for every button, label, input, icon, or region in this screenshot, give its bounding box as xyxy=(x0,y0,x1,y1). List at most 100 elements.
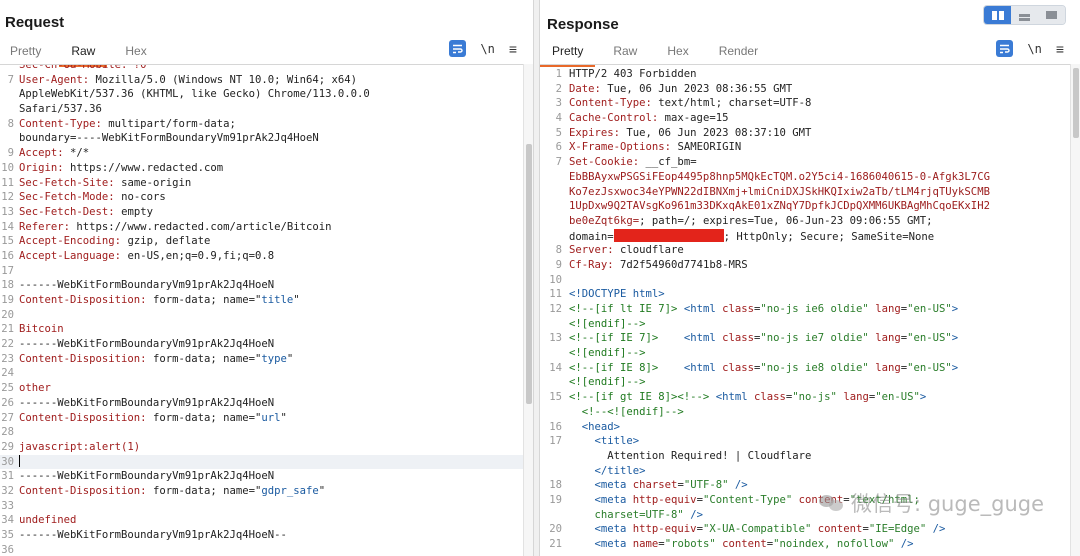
code-line[interactable]: 20 xyxy=(0,308,523,323)
code-line[interactable]: 7 Set-Cookie: __cf_bm= xyxy=(540,155,1070,170)
token: name xyxy=(632,538,659,550)
token: <html xyxy=(715,391,754,404)
token: User-Agent: xyxy=(19,73,96,86)
code-line[interactable]: <!--<![endif]--> xyxy=(540,405,1070,420)
top-bottom-layout-icon[interactable] xyxy=(1011,6,1038,24)
response-scrollbar[interactable] xyxy=(1070,64,1080,556)
line-text: Attention Required! | Cloudflare xyxy=(569,449,811,464)
code-line[interactable]: <![endif]--> xyxy=(540,317,1070,332)
code-line[interactable]: 28 xyxy=(0,425,523,440)
code-line[interactable]: 29 javascript:alert(1) xyxy=(0,440,523,455)
code-line[interactable]: 17 xyxy=(0,264,523,279)
code-line[interactable]: 8 Content-Type: multipart/form-data; xyxy=(0,117,523,132)
request-lines[interactable]: Sec-Ch-Ua-Mobile: ?0 7 User-Agent: Mozilla… xyxy=(0,65,523,556)
code-line[interactable]: 31 ------WebKitFormBoundaryVm91prAk2Jq4Ho… xyxy=(0,469,523,484)
tab-pretty[interactable]: Pretty xyxy=(10,42,41,64)
request-scrollbar[interactable] xyxy=(523,64,533,556)
code-line[interactable]: Sec-Ch-Ua-Mobile: ?0 xyxy=(0,65,523,73)
code-line[interactable]: 11 <!DOCTYPE html> xyxy=(540,287,1070,302)
code-line[interactable]: EbBBAyxwPSGSiFEop4495p8hnp5MQkEcTQM.o2Y5… xyxy=(540,170,1070,185)
code-line[interactable]: 16 Accept-Language: en-US,en;q=0.9,fi;q=0… xyxy=(0,249,523,264)
code-line[interactable]: 15 Accept-Encoding: gzip, deflate xyxy=(0,234,523,249)
code-line[interactable]: 1 HTTP/2 403 Forbidden xyxy=(540,67,1070,82)
code-line[interactable]: be0eZqt6kg=; path=/; expires=Tue, 06-Jun… xyxy=(540,214,1070,229)
code-line[interactable]: 12 <!--[if lt IE 7]> <html class="no-js i… xyxy=(540,302,1070,317)
code-line[interactable]: Safari/537.36 xyxy=(0,102,523,117)
code-line[interactable]: <![endif]--> xyxy=(540,346,1070,361)
code-line[interactable]: 33 xyxy=(0,499,523,514)
code-line[interactable]: </title> xyxy=(540,464,1070,479)
wrap-lines-icon[interactable] xyxy=(449,40,467,57)
code-line[interactable]: Ko7ezJsxwoc34eYPWN22dIBNXmj+lmiCniDXJSkH… xyxy=(540,185,1070,200)
line-number: 7 xyxy=(555,156,562,169)
menu-icon[interactable]: ≡ xyxy=(509,42,517,56)
code-line[interactable]: boundary=----WebKitFormBoundaryVm91prAk2… xyxy=(0,131,523,146)
code-line[interactable]: 2 Date: Tue, 06 Jun 2023 08:36:55 GMT xyxy=(540,82,1070,97)
code-line[interactable]: 22 ------WebKitFormBoundaryVm91prAk2Jq4Ho… xyxy=(0,337,523,352)
code-line[interactable]: 26 ------WebKitFormBoundaryVm91prAk2Jq4Ho… xyxy=(0,396,523,411)
code-line[interactable]: 24 xyxy=(0,366,523,381)
code-line[interactable]: 27 Content-Disposition: form-data; name="… xyxy=(0,411,523,426)
code-line[interactable]: 25 other xyxy=(0,381,523,396)
code-line[interactable]: 10 xyxy=(540,273,1070,288)
code-line[interactable]: 3 Content-Type: text/html; charset=UTF-8 xyxy=(540,96,1070,111)
code-line[interactable]: 7 User-Agent: Mozilla/5.0 (Windows NT 10.… xyxy=(0,73,523,88)
code-line[interactable]: 16 <head> xyxy=(540,420,1070,435)
code-line[interactable]: 11 Sec-Fetch-Site: same-origin xyxy=(0,176,523,191)
code-line[interactable]: 21 <meta name="robots" content="noindex,… xyxy=(540,537,1070,552)
tab-render[interactable]: Render xyxy=(719,42,758,64)
menu-icon[interactable]: ≡ xyxy=(1056,42,1064,56)
request-editor[interactable]: Sec-Ch-Ua-Mobile: ?0 7 User-Agent: Mozilla… xyxy=(0,64,533,556)
code-line[interactable]: Attention Required! | Cloudflare xyxy=(540,449,1070,464)
code-line[interactable]: 19 Content-Disposition: form-data; name="… xyxy=(0,293,523,308)
code-line[interactable]: 13 Sec-Fetch-Dest: empty xyxy=(0,205,523,220)
code-line[interactable]: 1UpDxw9Q2TAVsgKo961m33DKxqAkE01xZNqY7Dpf… xyxy=(540,199,1070,214)
code-line[interactable]: 30 xyxy=(0,454,523,470)
response-scroll-thumb[interactable] xyxy=(1073,68,1079,138)
token: lang xyxy=(875,361,901,374)
code-line[interactable]: 6 X-Frame-Options: SAMEORIGIN xyxy=(540,140,1070,155)
pane-divider[interactable] xyxy=(533,0,540,556)
code-line[interactable]: 32 Content-Disposition: form-data; name="… xyxy=(0,484,523,499)
code-line[interactable]: AppleWebKit/537.36 (KHTML, like Gecko) C… xyxy=(0,87,523,102)
code-line[interactable]: 36 xyxy=(0,543,523,556)
request-scroll-thumb[interactable] xyxy=(526,144,532,404)
tab-hex[interactable]: Hex xyxy=(667,42,688,64)
line-text: <!DOCTYPE html> xyxy=(569,287,665,302)
response-editor[interactable]: 1 HTTP/2 403 Forbidden 2 Date: Tue, 06 Jun … xyxy=(540,64,1080,556)
show-newlines-button[interactable]: \n xyxy=(1027,42,1041,56)
code-line[interactable]: 23 Content-Disposition: form-data; name="… xyxy=(0,352,523,367)
single-pane-layout-icon[interactable] xyxy=(1038,6,1065,24)
code-line[interactable]: 35 ------WebKitFormBoundaryVm91prAk2Jq4Ho… xyxy=(0,528,523,543)
token: <!--[if gt IE 8]><!--> xyxy=(569,391,716,404)
code-line[interactable]: 4 Cache-Control: max-age=15 xyxy=(540,111,1070,126)
tab-pretty[interactable]: Pretty xyxy=(540,42,596,67)
code-line[interactable]: 34 undefined xyxy=(0,513,523,528)
wrap-lines-icon[interactable] xyxy=(996,40,1014,57)
code-line[interactable]: 18 ------WebKitFormBoundaryVm91prAk2Jq4Ho… xyxy=(0,278,523,293)
code-line[interactable]: 17 <title> xyxy=(540,434,1070,449)
code-line[interactable]: 15 <!--[if gt IE 8]><!--> <html class="no… xyxy=(540,390,1070,405)
token: <html xyxy=(683,303,723,315)
code-line[interactable]: 14 <!--[if IE 8]> <html class="no-js ie8 … xyxy=(540,361,1070,376)
tab-hex[interactable]: Hex xyxy=(125,42,146,64)
side-by-side-layout-icon[interactable] xyxy=(984,6,1011,24)
tab-raw[interactable]: Raw xyxy=(613,42,637,64)
code-line[interactable]: <![endif]--> xyxy=(540,375,1070,390)
code-line[interactable]: 9 Cf-Ray: 7d2f54960d7741b8-MRS xyxy=(540,258,1070,273)
code-line[interactable]: 13 <!--[if IE 7]> <html class="no-js ie7 … xyxy=(540,331,1070,346)
code-line[interactable]: domain= ; HttpOnly; Secure; SameSite=None xyxy=(540,228,1070,244)
code-line[interactable]: 20 <meta http-equiv="X-UA-Compatible" co… xyxy=(540,522,1070,537)
tab-raw[interactable]: Raw xyxy=(59,42,108,67)
token: /> xyxy=(690,508,703,521)
code-line[interactable]: 12 Sec-Fetch-Mode: no-cors xyxy=(0,190,523,205)
code-line[interactable]: 10 Origin: https://www.redacted.com xyxy=(0,161,523,176)
code-line[interactable]: 8 Server: cloudflare xyxy=(540,243,1070,258)
code-line[interactable]: 5 Expires: Tue, 06 Jun 2023 08:37:10 GMT xyxy=(540,126,1070,141)
code-line[interactable]: 21 Bitcoin xyxy=(0,322,523,337)
code-line[interactable]: 9 Accept: */* xyxy=(0,146,523,161)
code-line[interactable]: 14 Referer: https://www.redacted.com/arti… xyxy=(0,220,523,235)
line-number: 12 xyxy=(1,191,14,204)
response-lines[interactable]: 1 HTTP/2 403 Forbidden 2 Date: Tue, 06 Jun … xyxy=(540,67,1070,552)
show-newlines-button[interactable]: \n xyxy=(480,42,494,56)
